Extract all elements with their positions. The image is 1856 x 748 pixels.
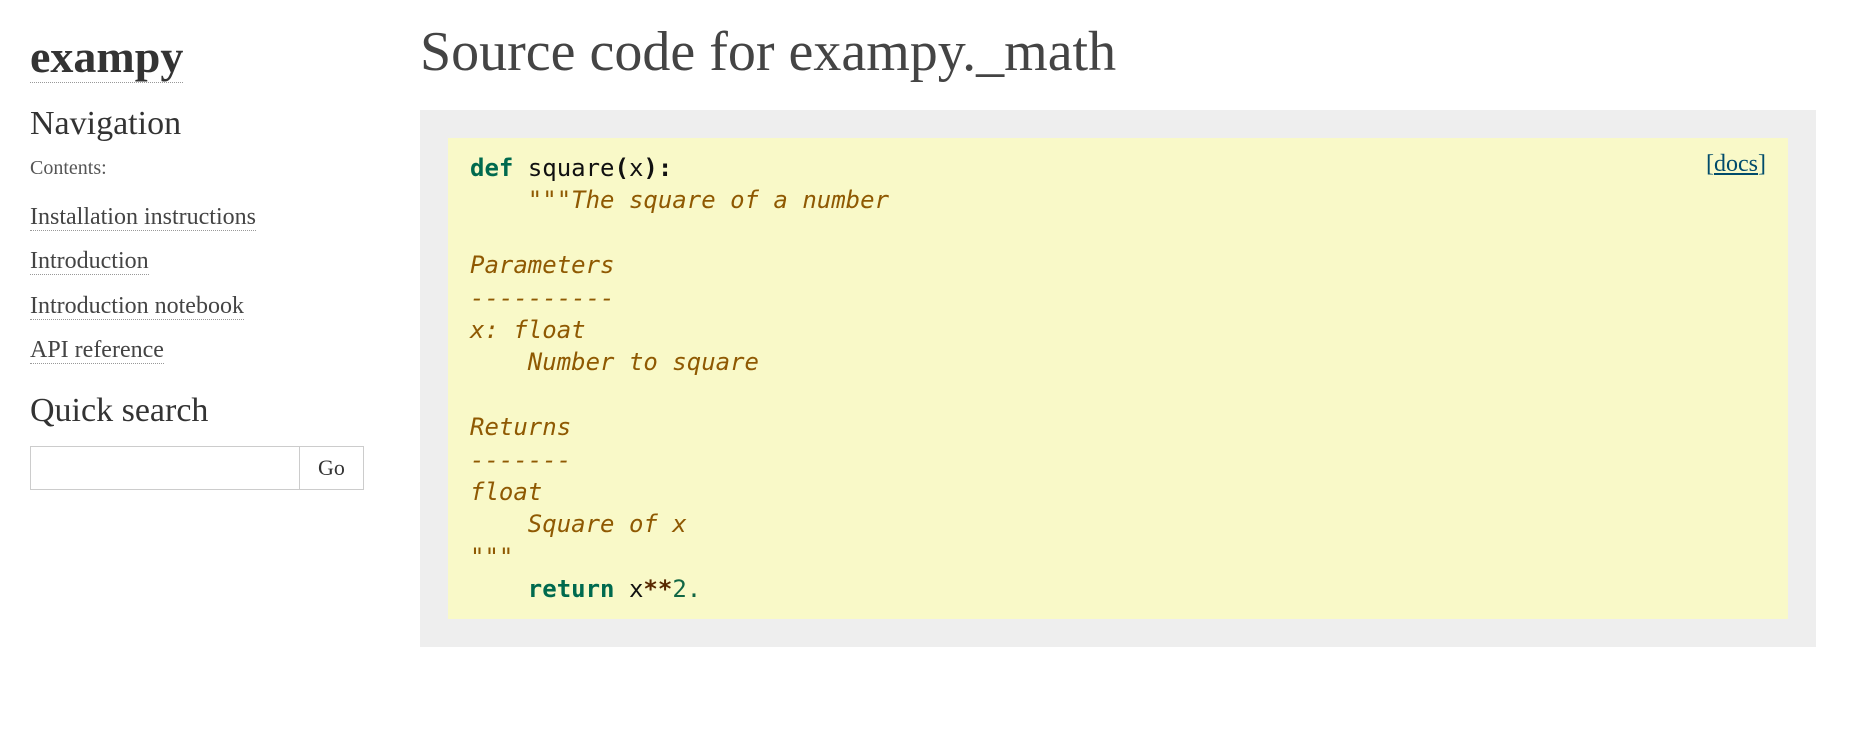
docstring-line: Square of x	[470, 510, 687, 538]
nav-item: API reference	[30, 331, 370, 369]
docstring-line: ----------	[470, 284, 615, 312]
search-go-button[interactable]: Go	[300, 446, 364, 490]
site-logo-link[interactable]: exampy	[30, 31, 183, 83]
nav-link-api-reference[interactable]: API reference	[30, 337, 164, 364]
main-content: Source code for exampy._math [docs] def s…	[400, 0, 1856, 687]
param-x: x	[629, 154, 643, 182]
docstring-line: """The square of a number	[470, 186, 889, 214]
docstring-line: Returns	[470, 413, 571, 441]
docstring-line: -------	[470, 446, 571, 474]
nav-link-introduction[interactable]: Introduction	[30, 248, 149, 275]
ret-num: 2.	[672, 575, 701, 603]
search-form: Go	[30, 446, 370, 490]
docstring-line: Number to square	[470, 348, 759, 376]
nav-item: Installation instructions	[30, 198, 370, 236]
source-code: [docs]def square(x): """The square of a …	[448, 138, 1788, 619]
code-container: [docs]def square(x): """The square of a …	[420, 110, 1816, 647]
docs-link-wrapper: [docs]	[1706, 148, 1766, 180]
paren-close-colon: ):	[643, 154, 672, 182]
nav-item: Introduction	[30, 242, 370, 280]
page-title: Source code for exampy._math	[420, 20, 1816, 84]
docstring-line: """	[470, 543, 513, 571]
nav-link-introduction-notebook[interactable]: Introduction notebook	[30, 293, 244, 320]
sidebar: exampy Navigation Contents: Installation…	[0, 0, 400, 520]
kw-def: def	[470, 154, 513, 182]
ret-op: **	[643, 575, 672, 603]
paren-open: (	[615, 154, 629, 182]
docs-link[interactable]: docs	[1714, 151, 1758, 177]
search-heading: Quick search	[30, 392, 370, 430]
nav-item: Introduction notebook	[30, 287, 370, 325]
search-input[interactable]	[30, 446, 300, 490]
ret-name: x	[629, 575, 643, 603]
docstring-line: Parameters	[470, 251, 615, 279]
nav-list: Installation instructions Introduction I…	[30, 198, 370, 370]
nav-link-installation[interactable]: Installation instructions	[30, 204, 256, 231]
docstring-line: x: float	[470, 316, 586, 344]
docstring-line: float	[470, 478, 542, 506]
nav-heading: Navigation	[30, 105, 370, 143]
site-logo: exampy	[30, 30, 370, 83]
contents-caption: Contents:	[30, 157, 370, 180]
func-name: square	[528, 154, 615, 182]
kw-return: return	[528, 575, 615, 603]
